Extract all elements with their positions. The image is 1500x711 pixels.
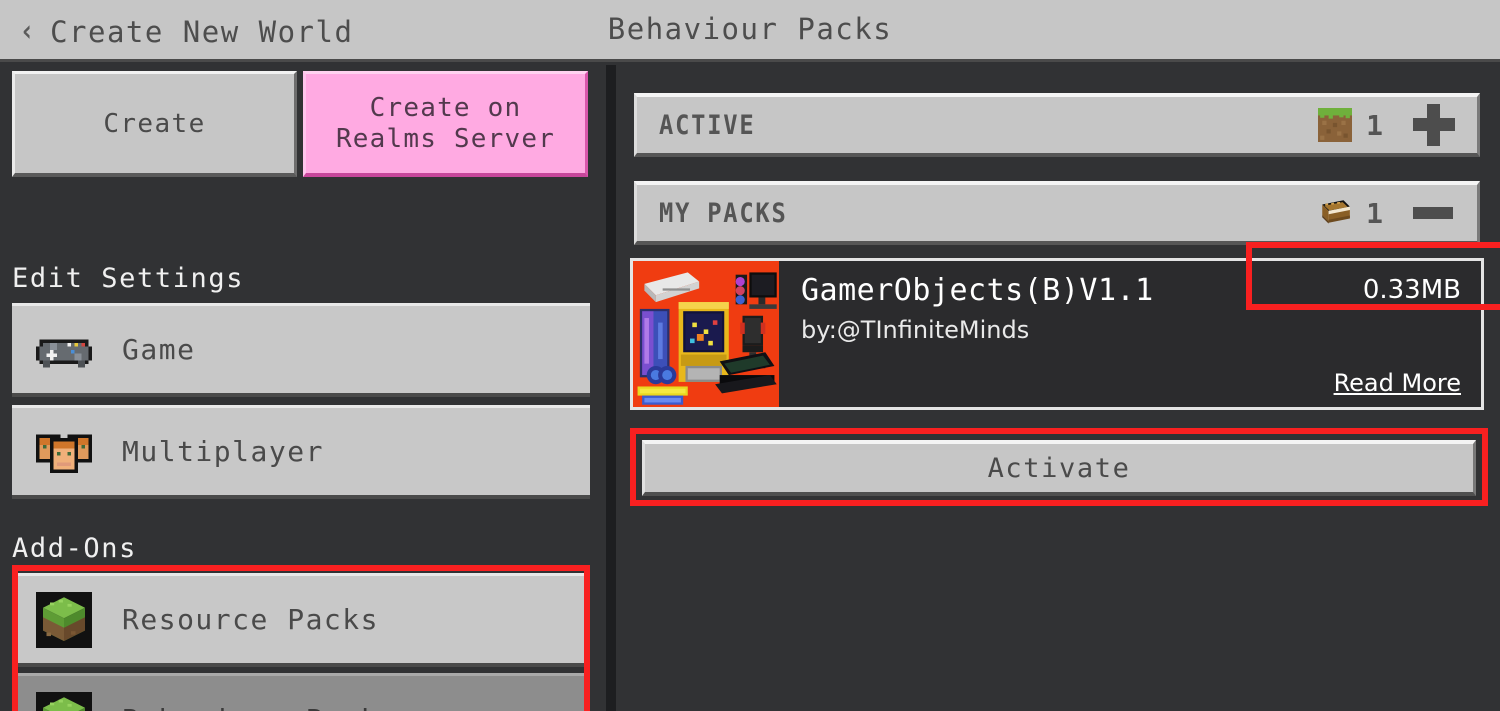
top-bar: ‹ Create New World Behaviour Packs — [0, 0, 1500, 62]
section-header-meta: 1 — [1318, 192, 1477, 234]
section-header-title: MY PACKS — [659, 197, 788, 229]
grass-block-icon — [36, 691, 92, 711]
gamepad-icon — [36, 339, 92, 367]
sidebar-item-label: Resource Packs — [122, 603, 380, 636]
section-header-active[interactable]: ACTIVE 1 — [634, 93, 1480, 157]
section-header-title: ACTIVE — [659, 109, 756, 141]
section-header-my-packs[interactable]: MY PACKS 1 — [634, 181, 1480, 245]
pack-list-item[interactable]: GamerObjects(B)V1.1 by:@TInfiniteMinds 0… — [630, 258, 1484, 410]
section-heading-edit-settings: Edit Settings — [12, 263, 245, 294]
minecraft-create-world-screen: ‹ Create New World Behaviour Packs Creat… — [0, 0, 1500, 711]
create-button-row: Create Create on Realms Server — [0, 71, 596, 177]
pack-info: GamerObjects(B)V1.1 by:@TInfiniteMinds 0… — [779, 261, 1481, 407]
page-title: Behaviour Packs — [607, 12, 893, 46]
expand-active-button[interactable] — [1413, 104, 1455, 146]
sidebar-item-label: Behaviour Packs — [122, 703, 397, 711]
activate-row: Activate — [0, 440, 1500, 496]
activate-button[interactable]: Activate — [642, 440, 1476, 496]
grass-block-flat-icon — [1318, 108, 1353, 142]
section-heading-add-ons: Add-Ons — [12, 533, 137, 564]
create-button[interactable]: Create — [12, 71, 297, 177]
sidebar-item-behaviour-packs[interactable]: Behaviour Packs — [12, 673, 590, 711]
read-more-link[interactable]: Read More — [1334, 369, 1461, 397]
book-icon — [1322, 200, 1351, 224]
left-panel: Create Create on Realms Server Edit Sett… — [0, 65, 606, 711]
right-panel: ACTIVE 1 MY PACKS 1 GamerObjects(B)V1.1 … — [616, 65, 1500, 711]
realms-label-line1: Create on — [369, 93, 522, 124]
section-header-meta: 1 — [1318, 104, 1477, 146]
sidebar-item-game[interactable]: Game — [12, 303, 590, 397]
panel-divider — [606, 65, 616, 711]
sidebar-item-resource-packs[interactable]: Resource Packs — [12, 573, 590, 667]
create-on-realms-server-button[interactable]: Create on Realms Server — [303, 71, 588, 177]
realms-label-line2: Realms Server — [335, 123, 556, 154]
section-header-count: 1 — [1366, 196, 1383, 230]
grass-block-icon — [36, 591, 92, 648]
collapse-my-packs-button[interactable] — [1413, 192, 1455, 234]
pack-thumbnail — [633, 261, 779, 407]
section-header-count: 1 — [1366, 108, 1383, 142]
sidebar-item-label: Game — [122, 333, 196, 366]
pack-size: 0.33MB — [1362, 275, 1461, 305]
pack-author: by:@TInfiniteMinds — [801, 316, 1030, 344]
